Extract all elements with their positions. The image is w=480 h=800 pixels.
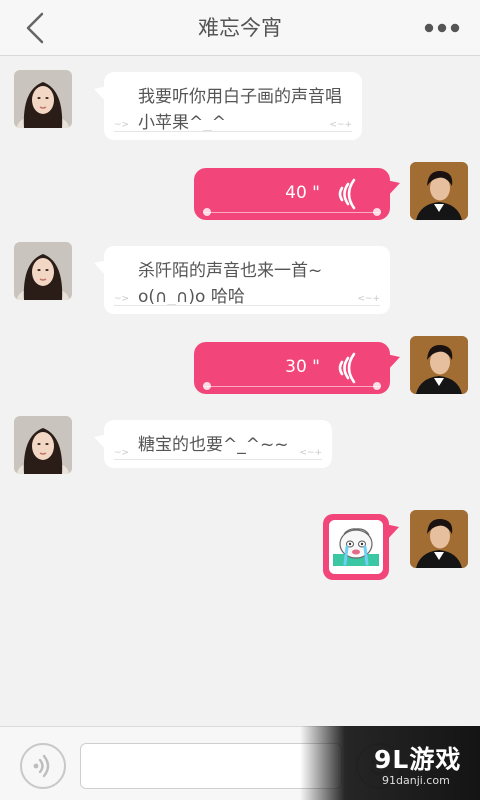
page-title: 难忘今宵 (198, 16, 282, 40)
message-bubble-text[interactable]: 糖宝的也要^_^~~ ~> <~+ (94, 420, 332, 468)
bubble-decoration (203, 204, 381, 216)
message-bubble-text[interactable]: 我要听你用白子画的声音唱 小苹果^_^ ~> <~+ (94, 72, 362, 140)
voice-message-bubble[interactable]: 40 " (194, 168, 400, 220)
bubble-decoration: ~> <~+ (114, 448, 322, 460)
sticker-message-bubble[interactable] (323, 514, 399, 580)
site-watermark: 9L游戏 91danji.com (300, 726, 480, 800)
voice-toggle-button[interactable] (20, 743, 66, 789)
crying-sticker-icon (329, 520, 383, 574)
my-avatar[interactable] (410, 162, 468, 220)
bubble-decoration: ~> <~+ (114, 294, 380, 306)
voice-duration: 40 " (285, 183, 320, 203)
male-avatar-image (410, 510, 468, 568)
male-avatar-image (410, 336, 468, 394)
contact-avatar[interactable] (14, 416, 72, 474)
message-text-line: 我要听你用白子画的声音唱 (138, 87, 342, 107)
more-dots-icon[interactable] (422, 14, 462, 42)
voice-toggle-icon (33, 754, 50, 778)
watermark-url: 91danji.com (382, 774, 450, 787)
chat-header: 难忘今宵 (0, 0, 480, 56)
female-avatar-image (14, 416, 72, 474)
message-bubble-text[interactable]: 杀阡陌的声音也来一首~ o(∩_∩)o 哈哈 ~> <~+ (94, 246, 390, 314)
female-avatar-image (14, 242, 72, 300)
contact-avatar[interactable] (14, 70, 72, 128)
watermark-logo-text: 9L游戏 (374, 745, 462, 774)
contact-avatar[interactable] (14, 242, 72, 300)
female-avatar-image (14, 70, 72, 128)
male-avatar-image (410, 162, 468, 220)
voice-message-bubble[interactable]: 30 " (194, 342, 400, 394)
bubble-decoration (203, 378, 381, 390)
message-text-line: 杀阡陌的声音也来一首~ (138, 261, 323, 281)
my-avatar[interactable] (410, 510, 468, 568)
bubble-decoration: ~> <~+ (114, 120, 352, 132)
my-avatar[interactable] (410, 336, 468, 394)
voice-duration: 30 " (285, 357, 320, 377)
